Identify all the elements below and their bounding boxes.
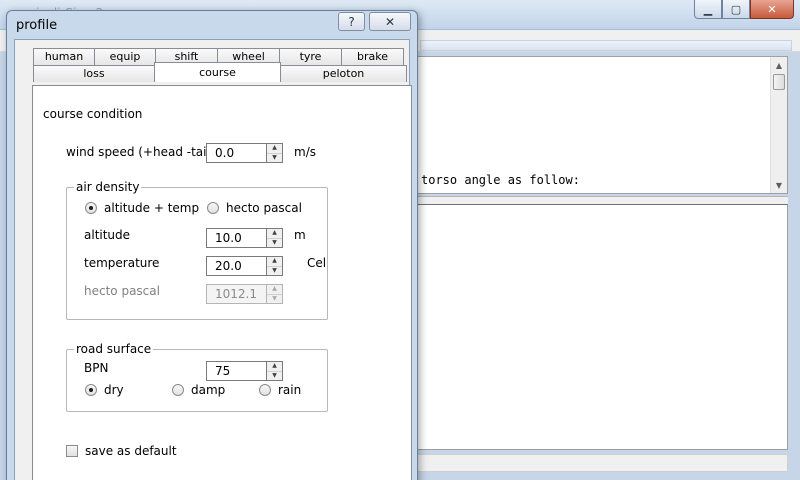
- wind-speed-label: wind speed (+head -tail): [66, 145, 215, 159]
- temperature-unit: Cel: [307, 256, 327, 270]
- spin-down-icon[interactable]: ▼: [267, 154, 282, 163]
- tab-loss[interactable]: loss: [33, 65, 155, 82]
- radio-unselected-icon: [172, 384, 184, 396]
- tab-tyre[interactable]: tyre: [279, 48, 342, 65]
- temperature-spinner: 20.0 ▲ ▼: [206, 256, 283, 276]
- dialog-close-button[interactable]: ✕: [369, 12, 411, 31]
- dialog-client-area: human equip shift wheel tyre brake loss …: [14, 39, 412, 480]
- output-scrollbar[interactable]: ▲ ▼: [770, 57, 787, 193]
- altitude-spinner: 10.0 ▲ ▼: [206, 228, 283, 248]
- spin-up-icon[interactable]: ▲: [267, 229, 282, 239]
- radio-unselected-icon: [207, 202, 219, 214]
- radio-dry-label: dry: [104, 383, 124, 397]
- tab-brake[interactable]: brake: [341, 48, 404, 65]
- scroll-down-arrow-icon[interactable]: ▼: [771, 177, 787, 193]
- radio-rain[interactable]: rain: [259, 383, 301, 397]
- dialog-caption-buttons: ? ✕: [338, 12, 411, 31]
- radio-altitude-temp[interactable]: altitude + temp: [85, 201, 199, 215]
- bpn-input[interactable]: 75: [206, 361, 266, 381]
- radio-damp-label: damp: [191, 383, 226, 397]
- wind-speed-input[interactable]: 0.0: [206, 143, 266, 163]
- spin-up-icon[interactable]: ▲: [267, 144, 282, 154]
- altitude-arrows: ▲ ▼: [266, 228, 283, 248]
- temperature-input[interactable]: 20.0: [206, 256, 266, 276]
- altitude-input[interactable]: 10.0: [206, 228, 266, 248]
- main-window-right-frame: [788, 52, 800, 480]
- tab-row-bottom: loss course peloton: [33, 62, 407, 82]
- altitude-unit: m: [294, 228, 306, 242]
- bpn-label: BPN: [84, 361, 109, 375]
- spin-up-icon: ▲: [267, 285, 282, 295]
- save-default-label: save as default: [85, 444, 177, 458]
- road-surface-title: road surface: [74, 342, 154, 356]
- radio-unselected-icon: [259, 384, 271, 396]
- radio-damp[interactable]: damp: [172, 383, 225, 397]
- radio-dry[interactable]: dry: [85, 383, 124, 397]
- wind-speed-arrows: ▲ ▼: [266, 143, 283, 163]
- dialog-titlebar[interactable]: profile ? ✕: [7, 11, 417, 39]
- output-pane[interactable]: torso angle as follow: ▲ ▼: [412, 56, 788, 194]
- scrollbar-thumb[interactable]: [773, 74, 785, 90]
- temperature-label: temperature: [84, 256, 160, 270]
- output-line: torso angle as follow:: [421, 173, 580, 187]
- section-title: course condition: [43, 107, 143, 121]
- close-button[interactable]: ✕: [750, 0, 794, 19]
- spin-down-icon[interactable]: ▼: [267, 372, 282, 381]
- hecto-pascal-input: 1012.1: [206, 284, 266, 304]
- air-density-title: air density: [74, 180, 142, 194]
- dialog-title: profile: [16, 18, 58, 33]
- spin-down-icon: ▼: [272, 294, 277, 302]
- maximize-button[interactable]: ▢: [722, 0, 750, 19]
- wind-speed-spinner: 0.0 ▲ ▼: [206, 143, 283, 163]
- tab-peloton[interactable]: peloton: [280, 65, 407, 82]
- status-bar: [412, 454, 788, 472]
- minimize-button[interactable]: ▁: [694, 0, 722, 19]
- radio-selected-icon: [85, 202, 97, 214]
- radio-altitude-temp-label: altitude + temp: [104, 201, 200, 215]
- spin-down-icon[interactable]: ▼: [267, 267, 282, 276]
- air-density-group: air density altitude + temp hecto pascal…: [66, 180, 328, 320]
- tab-course[interactable]: course: [154, 62, 281, 82]
- radio-rain-label: rain: [278, 383, 302, 397]
- hecto-pascal-spinner: 1012.1 ▲ ▼: [206, 284, 283, 304]
- altitude-label: altitude: [84, 228, 131, 242]
- tab-equip[interactable]: equip: [94, 48, 156, 65]
- scroll-up-arrow-icon[interactable]: ▲: [771, 57, 787, 73]
- road-surface-group: road surface BPN 75 ▲ ▼ dry damp rain: [66, 342, 328, 412]
- spin-up-icon[interactable]: ▲: [267, 362, 282, 372]
- course-tab-panel: course condition wind speed (+head -tail…: [32, 85, 412, 480]
- profile-dialog: profile ? ✕ human equip shift wheel tyre…: [6, 10, 418, 480]
- main-toolbar: [420, 40, 792, 51]
- input-pane[interactable]: [412, 204, 788, 450]
- help-button[interactable]: ?: [338, 12, 365, 31]
- radio-selected-icon: [85, 384, 97, 396]
- spin-down-icon[interactable]: ▼: [267, 239, 282, 248]
- pane-splitter[interactable]: [412, 196, 788, 204]
- save-default-checkbox[interactable]: save as default: [66, 444, 177, 458]
- bpn-arrows: ▲ ▼: [266, 361, 283, 381]
- tab-human[interactable]: human: [33, 48, 95, 65]
- main-window-caption-buttons: ▁ ▢ ✕: [694, 0, 794, 19]
- bpn-spinner: 75 ▲ ▼: [206, 361, 283, 381]
- hecto-pascal-label: hecto pascal: [84, 284, 160, 298]
- hecto-pascal-arrows: ▲ ▼: [266, 284, 283, 304]
- checkbox-unchecked-icon: [66, 445, 78, 457]
- radio-hecto-pascal[interactable]: hecto pascal: [207, 201, 302, 215]
- radio-hecto-pascal-label: hecto pascal: [226, 201, 302, 215]
- spin-up-icon[interactable]: ▲: [267, 257, 282, 267]
- temperature-arrows: ▲ ▼: [266, 256, 283, 276]
- wind-speed-unit: m/s: [294, 145, 316, 159]
